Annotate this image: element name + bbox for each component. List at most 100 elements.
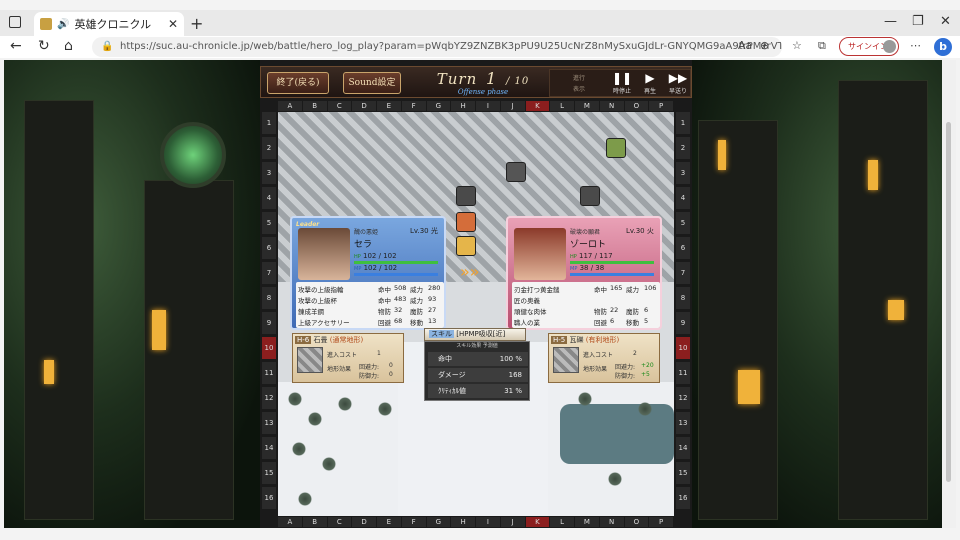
forecast-value: 168 bbox=[508, 371, 522, 379]
row-label: 3 bbox=[262, 162, 276, 184]
enemy-terrain-name: 瓦礫 bbox=[569, 336, 584, 344]
minimize-button[interactable]: — bbox=[884, 14, 897, 29]
enemy-terrain-coord: H-5 bbox=[551, 336, 568, 344]
enemy-name: ゾーロト bbox=[570, 240, 607, 250]
refresh-icon[interactable]: ↻ bbox=[38, 38, 50, 54]
column-label: N bbox=[599, 101, 624, 111]
fast-forward-button[interactable]: ▶▶ 早送り bbox=[664, 71, 692, 97]
map-unit-icon[interactable] bbox=[456, 186, 476, 206]
new-tab-button[interactable]: + bbox=[190, 14, 203, 33]
hint-line-2: 表示 bbox=[572, 86, 585, 93]
close-window-button[interactable]: ✕ bbox=[940, 14, 951, 29]
bing-icon[interactable]: b bbox=[934, 38, 952, 56]
column-label: J bbox=[500, 517, 525, 527]
scrollbar-thumb[interactable] bbox=[946, 122, 951, 482]
enemy-terrain-title: H-5 瓦礫 (有利地形) bbox=[551, 335, 619, 345]
equipment-stat-value: 22 bbox=[610, 306, 619, 314]
ally-terrain-coord: H-6 bbox=[295, 336, 312, 344]
forecast-label: ダメージ bbox=[438, 371, 466, 379]
restore-button[interactable]: ❐ bbox=[912, 14, 924, 29]
column-label: B bbox=[302, 101, 327, 111]
column-label: A bbox=[278, 101, 302, 111]
enemy-eva-value: +20 bbox=[641, 362, 654, 369]
back-arrow-icon[interactable]: ← bbox=[10, 38, 22, 54]
signin-label: サインイン bbox=[848, 42, 888, 51]
playback-controls: 進行 表示 ❚❚ 時停止 ▶ 再生 ▶▶ 早送り bbox=[549, 69, 691, 97]
map-unit-icon[interactable] bbox=[506, 162, 526, 182]
end-return-button[interactable]: 終了(戻る) bbox=[267, 72, 329, 94]
equipment-stat-label: 命中 bbox=[378, 286, 391, 294]
row-label: 6 bbox=[676, 237, 690, 259]
page-scrollbar[interactable] bbox=[942, 60, 956, 528]
equipment-name: 職人の業 bbox=[514, 319, 540, 327]
avatar-icon bbox=[883, 40, 896, 53]
tab-actions-icon[interactable] bbox=[9, 16, 21, 28]
leader-badge: Leader bbox=[296, 221, 320, 228]
pine-tree-icon bbox=[608, 472, 622, 486]
equipment-stat-label: 物防 bbox=[378, 308, 391, 316]
enemy-level: Lv.30 火 bbox=[626, 227, 654, 235]
column-label: C bbox=[327, 517, 352, 527]
row-header-right: 1 2 3 4 5 6 7 8 9 10 11 12 13 14 15 16 bbox=[676, 112, 690, 516]
row-label: 8 bbox=[262, 287, 276, 309]
enemy-mp-bar bbox=[570, 273, 654, 276]
pine-tree-icon bbox=[298, 492, 312, 506]
row-label: 16 bbox=[676, 487, 690, 509]
fast-forward-icon: ▶▶ bbox=[668, 71, 688, 85]
enemy-subtitle: 破壊の願君 bbox=[570, 229, 601, 236]
forecast-label: ｸﾘﾃｨｶﾙ値 bbox=[438, 387, 466, 395]
enemy-eva-label: 回避力: bbox=[615, 364, 636, 371]
equipment-stat-value: 13 bbox=[428, 317, 437, 325]
tab-close-icon[interactable]: ✕ bbox=[168, 17, 178, 31]
ally-portrait bbox=[298, 228, 350, 280]
attack-direction-icon: »» bbox=[460, 262, 480, 281]
map-unit-icon[interactable] bbox=[456, 212, 476, 232]
read-aloud-icon[interactable]: Aa bbox=[738, 39, 752, 52]
equipment-stat-label: 威力 bbox=[626, 286, 639, 294]
equipment-stat-label: 移動 bbox=[410, 319, 423, 327]
ally-hp-label: HP bbox=[354, 254, 361, 260]
pine-tree-icon bbox=[378, 402, 392, 416]
pause-icon: ❚❚ bbox=[611, 71, 633, 85]
forecast-value: 100 % bbox=[499, 355, 522, 363]
skill-banner: スキル [HPMP吸収[近] bbox=[424, 328, 526, 341]
ally-mp-bar bbox=[354, 273, 438, 276]
signin-button[interactable]: サインイン bbox=[839, 37, 899, 56]
castle-background-right bbox=[688, 60, 946, 528]
enemy-hp-value: 117 / 117 bbox=[579, 252, 613, 260]
pine-tree-icon bbox=[578, 392, 592, 406]
url-field[interactable]: 🔒 https://suc.au-chronicle.jp/web/battle… bbox=[92, 37, 782, 57]
home-icon[interactable]: ⌂ bbox=[64, 38, 73, 54]
map-unit-icon[interactable] bbox=[580, 186, 600, 206]
row-label: 2 bbox=[262, 137, 276, 159]
column-label: F bbox=[401, 101, 426, 111]
column-label: E bbox=[377, 517, 401, 527]
castle-tower-icon bbox=[144, 180, 234, 520]
tab-hero-chronicle[interactable]: 🔊 英雄クロニクル ✕ bbox=[34, 12, 184, 36]
more-menu-icon[interactable]: ⋯ bbox=[910, 39, 921, 52]
map-unit-icon[interactable] bbox=[606, 138, 626, 158]
play-button[interactable]: ▶ 再生 bbox=[636, 71, 664, 97]
equipment-name: 攻撃の上級杯 bbox=[298, 297, 337, 305]
collections-icon[interactable]: ⧉ bbox=[818, 39, 826, 53]
lit-window-icon bbox=[868, 160, 878, 190]
map-unit-icon[interactable] bbox=[456, 236, 476, 256]
pause-button[interactable]: ❚❚ 時停止 bbox=[608, 71, 636, 97]
enemy-portrait bbox=[514, 228, 566, 280]
ally-mp-label: MP bbox=[354, 266, 362, 272]
apps-icon[interactable]: ⊕ bbox=[760, 39, 769, 52]
lit-window-icon bbox=[718, 140, 726, 170]
play-icon: ▶ bbox=[645, 71, 655, 85]
row-label: 3 bbox=[676, 162, 690, 184]
equipment-stat-value: 93 bbox=[428, 295, 437, 303]
column-label: B bbox=[302, 517, 327, 527]
row-header-left: 1 2 3 4 5 6 7 8 9 10 11 12 13 14 15 16 bbox=[262, 112, 276, 516]
url-text: https://suc.au-chronicle.jp/web/battle/h… bbox=[120, 41, 782, 52]
speaker-icon[interactable]: 🔊 bbox=[57, 19, 69, 30]
play-label: 再生 bbox=[643, 88, 656, 95]
row-label: 7 bbox=[676, 262, 690, 284]
favorite-star-icon[interactable]: ☆ bbox=[792, 39, 802, 52]
sound-settings-button[interactable]: Sound設定 bbox=[343, 72, 401, 94]
lit-window-icon bbox=[152, 310, 166, 350]
turn-current: 1 bbox=[486, 69, 498, 88]
